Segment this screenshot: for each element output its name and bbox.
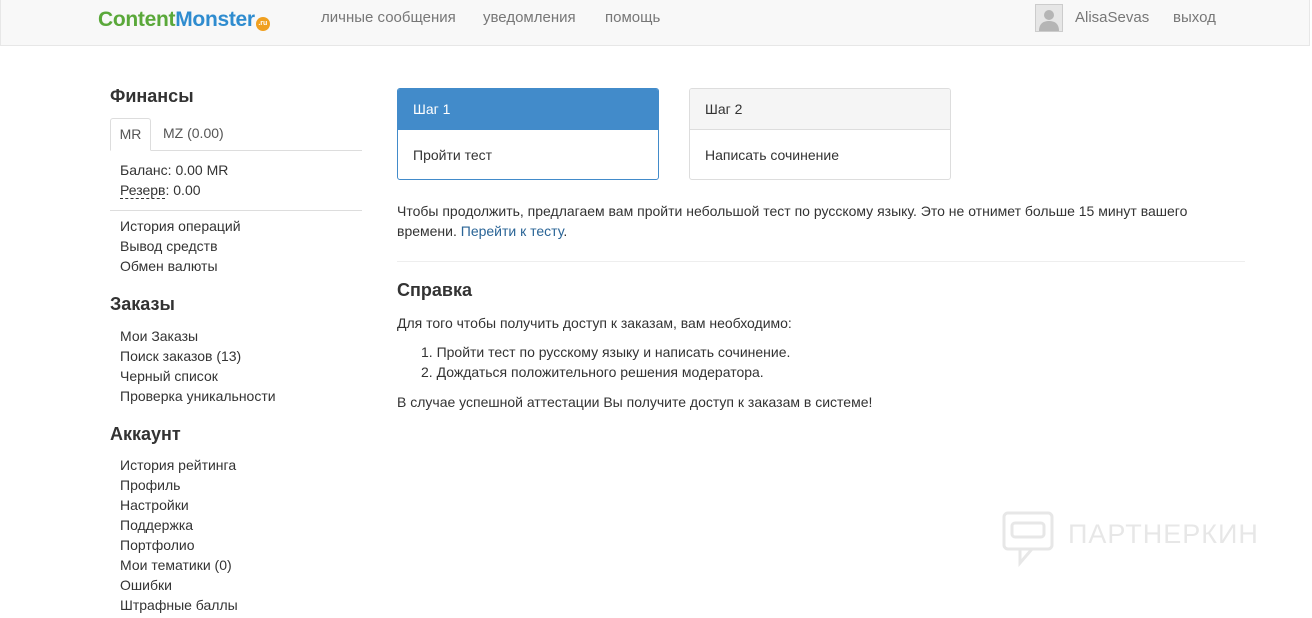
link-rating-history[interactable]: История рейтинга	[120, 457, 236, 473]
currency-tabs: MR MZ (0.00)	[110, 118, 362, 151]
nav-logout[interactable]: выход	[1173, 9, 1216, 26]
tab-mr[interactable]: MR	[110, 118, 151, 151]
avatar[interactable]	[1035, 4, 1063, 32]
step-1-text: Пройти тест	[413, 147, 493, 163]
step-2-title: Шаг 2	[690, 89, 950, 130]
help-footer: В случае успешной аттестации Вы получите…	[397, 394, 873, 410]
link-penalty-points[interactable]: Штрафные баллы	[120, 597, 238, 613]
link-uniqueness-check[interactable]: Проверка уникальности	[120, 388, 276, 404]
nav-username[interactable]: AlisaSevas	[1075, 9, 1149, 26]
link-currency-exchange[interactable]: Обмен валюты	[120, 258, 218, 274]
reserve-label[interactable]: Резерв	[120, 182, 166, 199]
step-2-text: Написать сочинение	[705, 147, 839, 163]
intro-line-2-text: времени.	[397, 223, 457, 239]
logo-text-content: Content	[98, 8, 176, 31]
help-item-1: 1. Пройти тест по русскому языку и напис…	[421, 344, 791, 360]
top-navbar: Content Monster .ru личные сообщения уведо…	[0, 0, 1310, 46]
tab-mz[interactable]: MZ (0.00)	[163, 118, 224, 150]
step-1-title: Шаг 1	[398, 89, 658, 130]
logo-badge: .ru	[255, 17, 270, 31]
nav-messages[interactable]: личные сообщения	[321, 9, 456, 26]
logo-text-monster: Monster	[175, 8, 255, 31]
go-to-test-link[interactable]: Перейти к тесту	[461, 223, 564, 239]
user-silhouette-icon	[1036, 5, 1062, 31]
link-portfolio[interactable]: Портфолио	[120, 537, 195, 553]
site-logo[interactable]: Content Monster .ru	[98, 6, 270, 32]
link-search-orders[interactable]: Поиск заказов (13)	[120, 348, 241, 364]
reserve-value: : 0.00	[165, 182, 201, 198]
help-heading: Справка	[397, 280, 472, 300]
intro-line-2: времени. Перейти к тесту.	[397, 221, 567, 241]
reserve-line: Резерв: 0.00	[120, 182, 201, 199]
finance-heading: Финансы	[110, 86, 194, 106]
step-1-panel[interactable]: Шаг 1 Пройти тест	[397, 88, 659, 180]
account-heading: Аккаунт	[110, 424, 181, 444]
balance-line: Баланс: 0.00 MR	[120, 162, 228, 178]
link-blacklist[interactable]: Черный список	[120, 368, 218, 384]
help-lead: Для того чтобы получить доступ к заказам…	[397, 315, 792, 331]
nav-notifications[interactable]: уведомления	[483, 9, 576, 26]
balance-label: Баланс:	[120, 162, 172, 178]
link-errors[interactable]: Ошибки	[120, 577, 172, 593]
link-support[interactable]: Поддержка	[120, 517, 193, 533]
intro-line-1: Чтобы продолжить, предлагаем вам пройти …	[397, 203, 1188, 219]
watermark: ПАРТНЕРКИН	[1002, 509, 1264, 569]
divider	[397, 261, 1245, 262]
step-2-panel[interactable]: Шаг 2 Написать сочинение	[689, 88, 951, 180]
link-my-orders[interactable]: Мои Заказы	[120, 328, 198, 344]
help-item-2: 2. Дождаться положительного решения моде…	[421, 364, 764, 380]
divider	[110, 210, 362, 211]
balance-value: 0.00 MR	[175, 162, 229, 178]
intro-line-2-end: .	[563, 223, 568, 239]
link-withdraw[interactable]: Вывод средств	[120, 238, 218, 254]
link-settings[interactable]: Настройки	[120, 497, 189, 513]
link-profile[interactable]: Профиль	[120, 477, 180, 493]
orders-heading: Заказы	[110, 294, 175, 314]
link-operations-history[interactable]: История операций	[120, 218, 241, 234]
link-my-topics[interactable]: Мои тематики (0)	[120, 557, 232, 573]
watermark-text: ПАРТНЕРКИН	[1068, 519, 1259, 549]
watermark-logo-icon	[1002, 511, 1054, 568]
nav-help[interactable]: помощь	[605, 9, 660, 26]
